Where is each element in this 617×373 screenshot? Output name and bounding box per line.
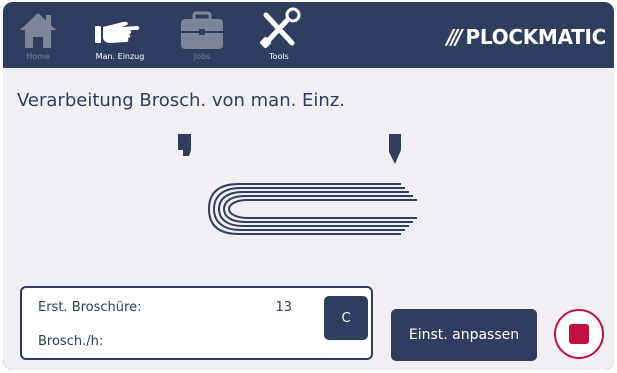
clear-counter-button[interactable]: C	[324, 296, 368, 340]
nav-jobs[interactable]: Jobs	[167, 2, 237, 68]
logo-slashes: ///	[446, 25, 463, 49]
home-icon	[20, 13, 56, 48]
stop-button[interactable]	[554, 309, 604, 359]
main-content: Verarbeitung Brosch. von man. Einz. Erst…	[3, 68, 614, 370]
nav-manual-feed-label: Man. Einzug	[95, 52, 145, 61]
first-booklet-label: Erst. Broschüre:	[38, 300, 142, 315]
nav-jobs-label: Jobs	[193, 52, 211, 61]
booklet-stack-icon	[207, 183, 417, 235]
nav-home[interactable]: Home	[3, 2, 73, 68]
stapler-head-icon	[178, 134, 191, 156]
first-booklet-value: 13	[275, 300, 292, 315]
adjust-settings-button[interactable]: Einst. anpassen	[391, 309, 537, 361]
rate-label: Brosch./h:	[38, 334, 104, 349]
tools-icon	[259, 7, 301, 49]
nav-tools-label: Tools	[269, 52, 289, 61]
counter-panel: Erst. Broschüre: 13 Brosch./h: C	[20, 286, 373, 360]
page-title: Verarbeitung Brosch. von man. Einz.	[17, 90, 345, 111]
device-screen: Home Man. Einzug Jobs Tools /// PLOCKMAT…	[3, 2, 614, 370]
nav-home-label: Home	[26, 52, 50, 61]
booklet-illustration	[178, 134, 417, 235]
nav-tools[interactable]: Tools	[244, 2, 314, 68]
stop-icon	[569, 324, 589, 344]
top-navigation-bar: Home Man. Einzug Jobs Tools /// PLOCKMAT…	[3, 2, 614, 68]
hand-icon	[95, 21, 140, 43]
briefcase-icon	[181, 11, 223, 49]
logo-name: PLOCKMATIC	[465, 25, 607, 49]
cutter-blade-icon	[389, 134, 401, 164]
nav-manual-feed[interactable]: Man. Einzug	[85, 2, 155, 68]
plockmatic-logo: /// PLOCKMATIC	[446, 22, 607, 52]
